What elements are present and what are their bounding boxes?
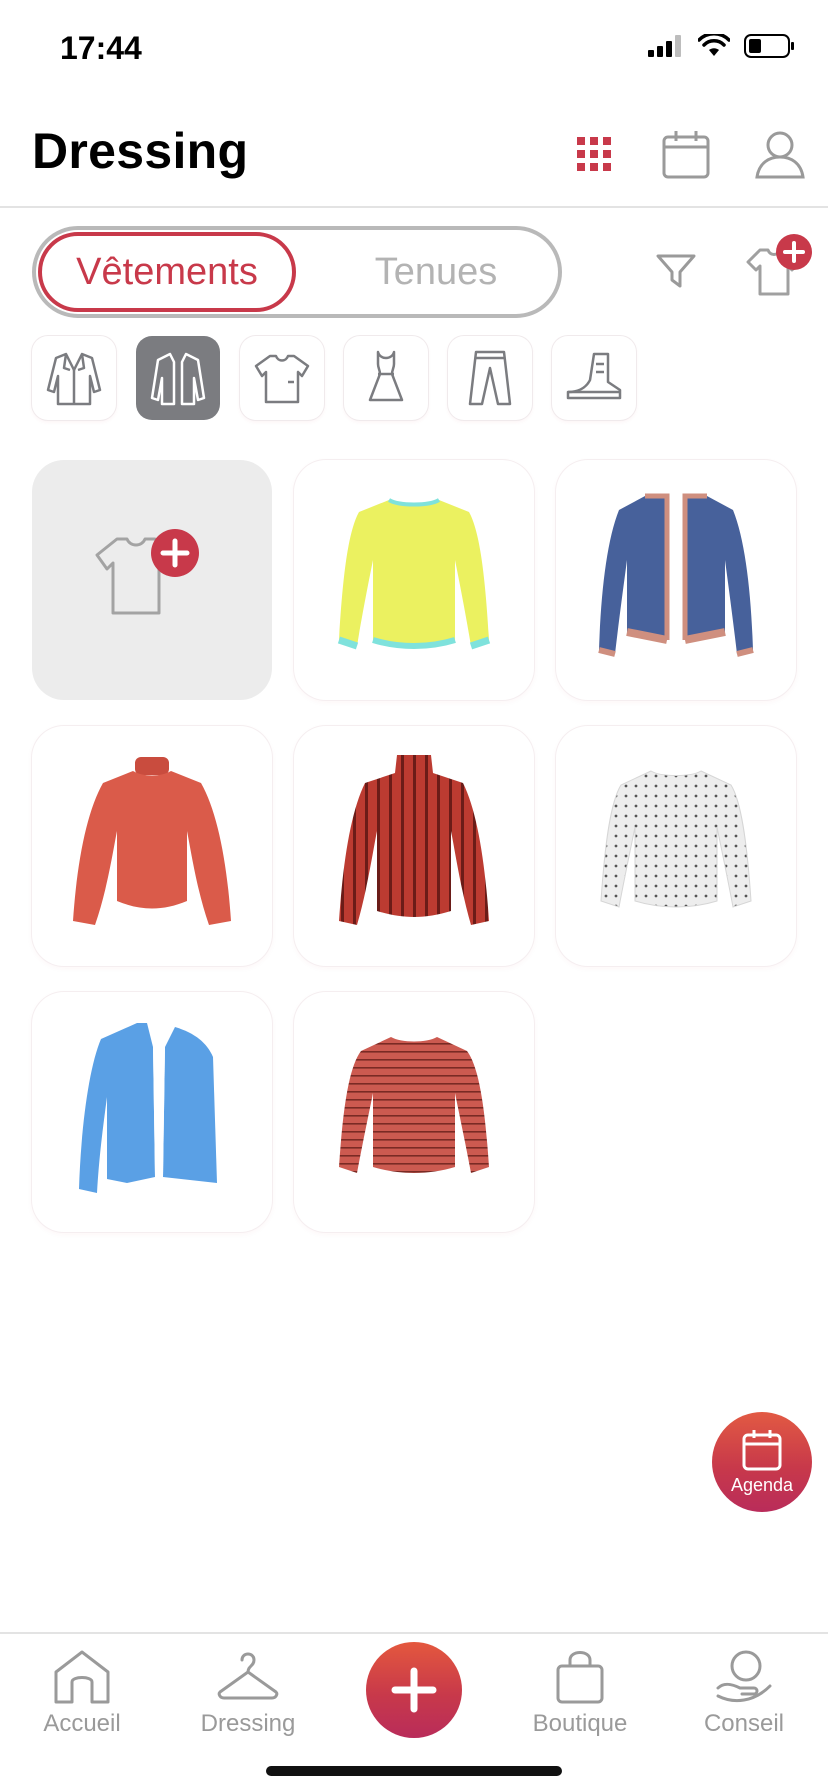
wifi-icon (698, 34, 730, 56)
shopping-bag-icon (556, 1651, 604, 1704)
garment-card[interactable] (294, 726, 534, 966)
garment-card[interactable] (556, 460, 796, 700)
page-title: Dressing (32, 123, 249, 179)
hanger-icon (217, 1652, 279, 1700)
tab-tenues[interactable]: Tenues (316, 232, 556, 312)
tshirt-icon (254, 354, 310, 404)
segmented-control: Vêtements Tenues (32, 226, 562, 318)
home-icon (54, 1650, 110, 1704)
nav-label: Dressing (200, 1710, 296, 1737)
calendar-icon[interactable] (656, 124, 716, 184)
header: Dressing (0, 100, 828, 208)
status-time: 17:44 (60, 30, 142, 66)
battery-icon (744, 34, 794, 58)
nav-label: Conseil (703, 1710, 785, 1737)
add-garment-card[interactable] (32, 460, 272, 700)
category-cardigan[interactable] (136, 336, 220, 420)
navy-cardigan-image (598, 493, 754, 657)
nav-accueil[interactable]: Accueil (12, 1648, 152, 1738)
category-blazer[interactable] (32, 336, 116, 420)
nav-dressing[interactable]: Dressing (178, 1648, 318, 1738)
add-tshirt-icon (95, 529, 199, 615)
category-pants[interactable] (448, 336, 532, 420)
garment-card[interactable] (294, 992, 534, 1232)
garment-card[interactable] (294, 460, 534, 700)
nav-label: Accueil (43, 1710, 121, 1737)
home-indicator (266, 1766, 562, 1776)
sneaker-icon (566, 352, 622, 400)
plus-icon (391, 1667, 437, 1713)
nav-conseil[interactable]: Conseil (674, 1648, 814, 1738)
garment-card[interactable] (32, 726, 272, 966)
blazer-icon (46, 352, 102, 406)
advice-icon (716, 1650, 772, 1703)
garment-card[interactable] (32, 992, 272, 1232)
nav-add-button[interactable] (366, 1642, 462, 1738)
calendar-icon (742, 1429, 782, 1470)
agenda-fab[interactable]: Agenda (712, 1412, 812, 1512)
status-icons (648, 34, 796, 58)
garment-card[interactable] (556, 726, 796, 966)
dress-icon (368, 350, 404, 402)
coral-turtleneck-image (73, 757, 231, 925)
status-bar: 17:44 (0, 0, 828, 100)
blue-cardigan-image (79, 1023, 217, 1193)
category-dress[interactable] (344, 336, 428, 420)
signal-icon (648, 35, 681, 57)
grid-icon[interactable] (564, 124, 624, 184)
pants-icon (468, 350, 512, 406)
category-shoes[interactable] (552, 336, 636, 420)
red-striped-sweater-image (339, 1037, 489, 1173)
category-chips (32, 336, 636, 420)
striped-turtleneck-image (339, 755, 489, 925)
nav-boutique[interactable]: Boutique (510, 1648, 650, 1738)
agenda-label: Agenda (730, 1474, 794, 1495)
yellow-sweater-image (337, 498, 491, 650)
category-tshirt[interactable] (240, 336, 324, 420)
nav-label: Boutique (532, 1710, 628, 1737)
add-garment-button[interactable] (736, 232, 816, 312)
garment-grid (32, 460, 796, 1232)
white-dotted-sweater-image (600, 770, 752, 908)
cardigan-icon (150, 352, 206, 406)
filter-icon[interactable] (652, 246, 700, 294)
tab-vetements[interactable]: Vêtements (38, 232, 296, 312)
profile-icon[interactable] (750, 124, 810, 184)
